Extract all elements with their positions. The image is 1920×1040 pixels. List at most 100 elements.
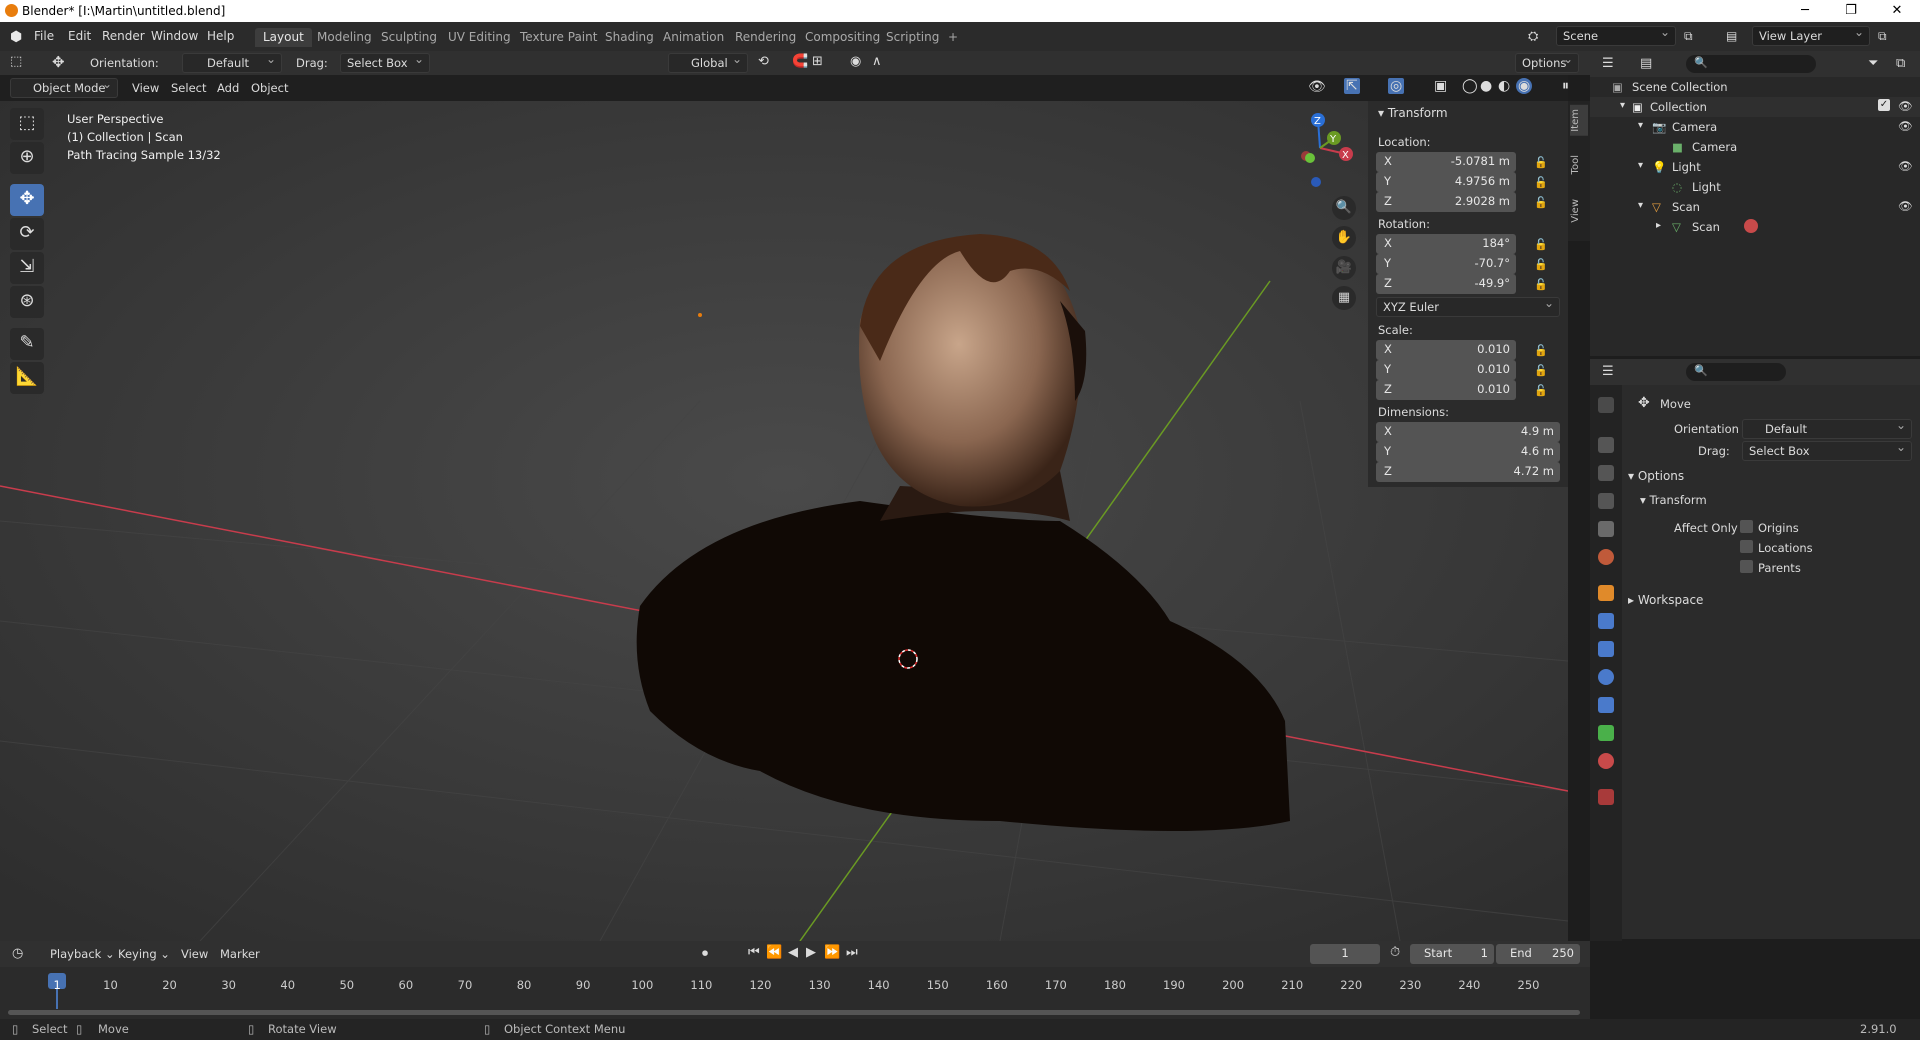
rendered-shading-icon[interactable]: ◉	[1516, 78, 1533, 94]
pivot-icon[interactable]: ⟲	[758, 54, 769, 69]
measure-tool-icon[interactable]: 📐	[10, 362, 44, 394]
menu-select[interactable]: Select	[171, 81, 206, 95]
output-tab-icon[interactable]	[1598, 465, 1614, 481]
outliner-search-input[interactable]: 🔍	[1686, 55, 1816, 73]
menu-add[interactable]: Add	[217, 81, 239, 95]
scene-icon[interactable]: ⛭	[1528, 29, 1538, 44]
blender-menu-icon[interactable]: ⬢	[10, 29, 22, 45]
add-workspace-button[interactable]: +	[940, 28, 966, 47]
object-tab-icon[interactable]	[1598, 585, 1614, 601]
rotate-tool-icon[interactable]: ⟳	[10, 218, 44, 250]
dimensions-x-field[interactable]: X 4.9 m	[1376, 422, 1560, 442]
xray-icon[interactable]: ▣	[1434, 78, 1447, 94]
stopwatch-icon[interactable]: ⏱	[1390, 945, 1400, 960]
keying-menu[interactable]: Keying ⌄	[118, 947, 170, 961]
texture-tab-icon[interactable]	[1598, 789, 1614, 805]
tab-uv-editing[interactable]: UV Editing	[440, 28, 519, 47]
jump-end-icon[interactable]: ⏭	[846, 945, 858, 960]
locations-checkbox[interactable]	[1740, 540, 1753, 553]
location-z-field[interactable]: Z 2.9028 m	[1376, 192, 1516, 212]
material-tab-icon[interactable]	[1598, 753, 1614, 769]
new-view-layer-icon[interactable]: ⧉	[1878, 29, 1887, 44]
scene-selector[interactable]: Scene	[1556, 25, 1676, 46]
workspace-panel-header[interactable]: ▸ Workspace	[1628, 593, 1703, 607]
tab-texture-paint[interactable]: Texture Paint	[512, 28, 605, 47]
drag-dropdown[interactable]: Select Box	[340, 52, 430, 73]
orientation-dropdown[interactable]: Default	[182, 52, 282, 73]
tab-tool[interactable]: Tool	[1570, 151, 1588, 178]
lock-icon[interactable]: 🔓	[1534, 156, 1548, 169]
lock-icon[interactable]: 🔓	[1534, 384, 1548, 397]
tab-rendering[interactable]: Rendering	[727, 28, 804, 47]
mode-dropdown[interactable]: Object Mode	[10, 77, 118, 98]
lock-icon[interactable]: 🔓	[1534, 238, 1548, 251]
pan-hand-icon[interactable]: ✋	[1332, 226, 1356, 250]
pause-render-icon[interactable]: ⏸	[1562, 78, 1569, 94]
origins-checkbox[interactable]	[1740, 520, 1753, 533]
lock-icon[interactable]: 🔓	[1534, 278, 1548, 291]
options-panel-header[interactable]: ▾ Options	[1628, 469, 1684, 483]
eye-icon[interactable]: 👁	[1898, 199, 1913, 213]
lock-icon[interactable]: 🔓	[1534, 344, 1548, 357]
data-tab-icon[interactable]	[1598, 725, 1614, 741]
menu-edit[interactable]: Edit	[68, 29, 91, 43]
modifier-tab-icon[interactable]	[1598, 613, 1614, 629]
visibility-icon[interactable]: 👁	[1308, 79, 1326, 95]
menu-help[interactable]: Help	[207, 29, 234, 43]
display-mode-icon[interactable]: ▤	[1640, 56, 1652, 71]
timeline-editor-icon[interactable]: ◷	[12, 946, 23, 961]
list-item[interactable]: ▸ ▽ Scan	[1590, 217, 1920, 237]
end-frame-field[interactable]: End 250	[1496, 944, 1580, 964]
next-keyframe-icon[interactable]: ⏩	[824, 945, 840, 960]
snap-icon[interactable]: 🧲	[792, 54, 808, 69]
list-item[interactable]: ◌ Light	[1590, 177, 1920, 197]
location-x-field[interactable]: X -5.0781 m	[1376, 152, 1516, 172]
parents-checkbox[interactable]	[1740, 560, 1753, 573]
eye-icon[interactable]: 👁	[1898, 159, 1913, 173]
view-layer-tab-icon[interactable]	[1598, 493, 1614, 509]
tab-animation[interactable]: Animation	[655, 28, 732, 47]
include-checkbox[interactable]: ✓	[1878, 99, 1890, 111]
lock-icon[interactable]: 🔓	[1534, 196, 1548, 209]
menu-marker[interactable]: Marker	[220, 947, 260, 961]
tool-orientation-dropdown[interactable]: Default	[1742, 418, 1912, 439]
eye-icon[interactable]: 👁	[1898, 119, 1913, 133]
menu-object[interactable]: Object	[251, 81, 288, 95]
minimize-button[interactable]: ─	[1782, 0, 1828, 22]
dimensions-y-field[interactable]: Y 4.6 m	[1376, 442, 1560, 462]
lock-icon[interactable]: 🔓	[1534, 364, 1548, 377]
filter-icon[interactable]: ⏷	[1868, 56, 1878, 71]
scale-y-field[interactable]: Y 0.010	[1376, 360, 1516, 380]
rotation-x-field[interactable]: X 184°	[1376, 234, 1516, 254]
lock-icon[interactable]: 🔓	[1534, 258, 1548, 271]
snap-target-icon[interactable]: ⊞	[812, 54, 823, 69]
perspective-grid-icon[interactable]: ▦	[1332, 286, 1356, 310]
tab-shading[interactable]: Shading	[597, 28, 662, 47]
play-icon[interactable]: ▶	[806, 945, 816, 960]
menu-render[interactable]: Render	[102, 29, 145, 43]
falloff-icon[interactable]: ∧	[872, 54, 882, 69]
new-collection-icon[interactable]: ⧉	[1896, 56, 1905, 71]
tab-view[interactable]: View	[1570, 195, 1588, 227]
menu-window[interactable]: Window	[151, 29, 198, 43]
tab-layout[interactable]: Layout	[255, 28, 312, 47]
scale-x-field[interactable]: X 0.010	[1376, 340, 1516, 360]
tab-modeling[interactable]: Modeling	[309, 28, 380, 47]
playback-menu[interactable]: Playback ⌄	[50, 947, 115, 961]
constraints-tab-icon[interactable]	[1598, 697, 1614, 713]
editor-type-icon[interactable]: ⬚	[10, 54, 22, 69]
scene-tab-icon[interactable]	[1598, 521, 1614, 537]
gizmo-toggle-icon[interactable]: ⇱	[1344, 78, 1360, 94]
scale-tool-icon[interactable]: ⇲	[10, 252, 44, 284]
playhead[interactable]	[48, 973, 66, 989]
list-item[interactable]: ▾ ▽ Scan 👁	[1590, 197, 1920, 217]
menu-file[interactable]: File	[34, 29, 54, 43]
outliner-editor-icon[interactable]: ☰	[1602, 56, 1614, 71]
view-layer-icon[interactable]: ▤	[1726, 29, 1737, 43]
camera-view-icon[interactable]: 🎥	[1332, 256, 1356, 280]
rotation-z-field[interactable]: Z -49.9°	[1376, 274, 1516, 294]
tab-item[interactable]: Item	[1570, 105, 1588, 136]
start-frame-field[interactable]: Start 1	[1410, 944, 1494, 964]
lock-icon[interactable]: 🔓	[1534, 176, 1548, 189]
menu-view[interactable]: View	[132, 81, 159, 95]
